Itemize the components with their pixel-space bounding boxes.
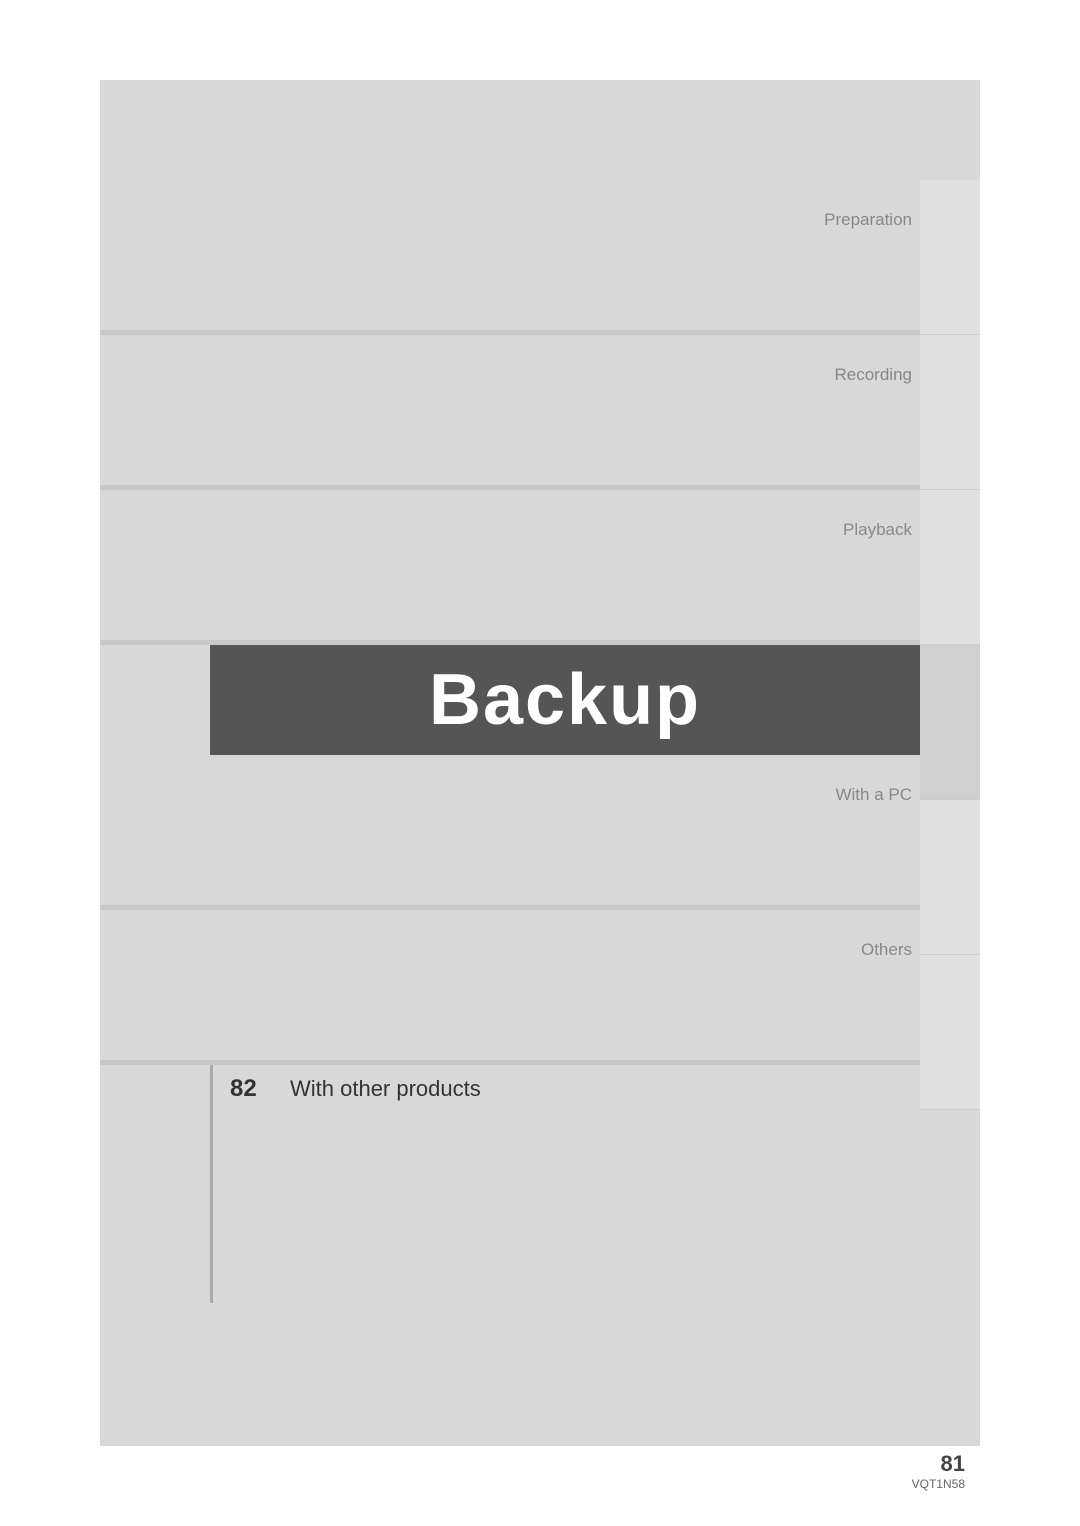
page-container: Preparation Recording Playback Backup Wi… [100, 80, 980, 1446]
model-number: VQT1N58 [912, 1477, 965, 1491]
vertical-line [210, 1065, 213, 1303]
recording-section: Recording [100, 335, 980, 490]
playback-section: Playback [100, 490, 980, 645]
others-label: Others [861, 940, 912, 960]
recording-label: Recording [835, 365, 913, 385]
content-area: 82 With other products [210, 1065, 920, 1103]
entry-text: With other products [290, 1076, 481, 1102]
playback-label: Playback [843, 520, 912, 540]
preparation-section: Preparation [100, 180, 980, 335]
backup-title: Backup [429, 659, 701, 741]
entry-row: 82 With other products [210, 1075, 920, 1103]
backup-banner: Backup [210, 645, 920, 755]
withpc-section: With a PC [100, 755, 980, 910]
entry-number: 82 [230, 1075, 280, 1103]
page-number: 81 [912, 1451, 965, 1477]
others-section: Others [100, 910, 980, 1065]
page-footer: 81 VQT1N58 [912, 1451, 965, 1491]
preparation-label: Preparation [824, 210, 912, 230]
withpc-label: With a PC [835, 785, 912, 805]
